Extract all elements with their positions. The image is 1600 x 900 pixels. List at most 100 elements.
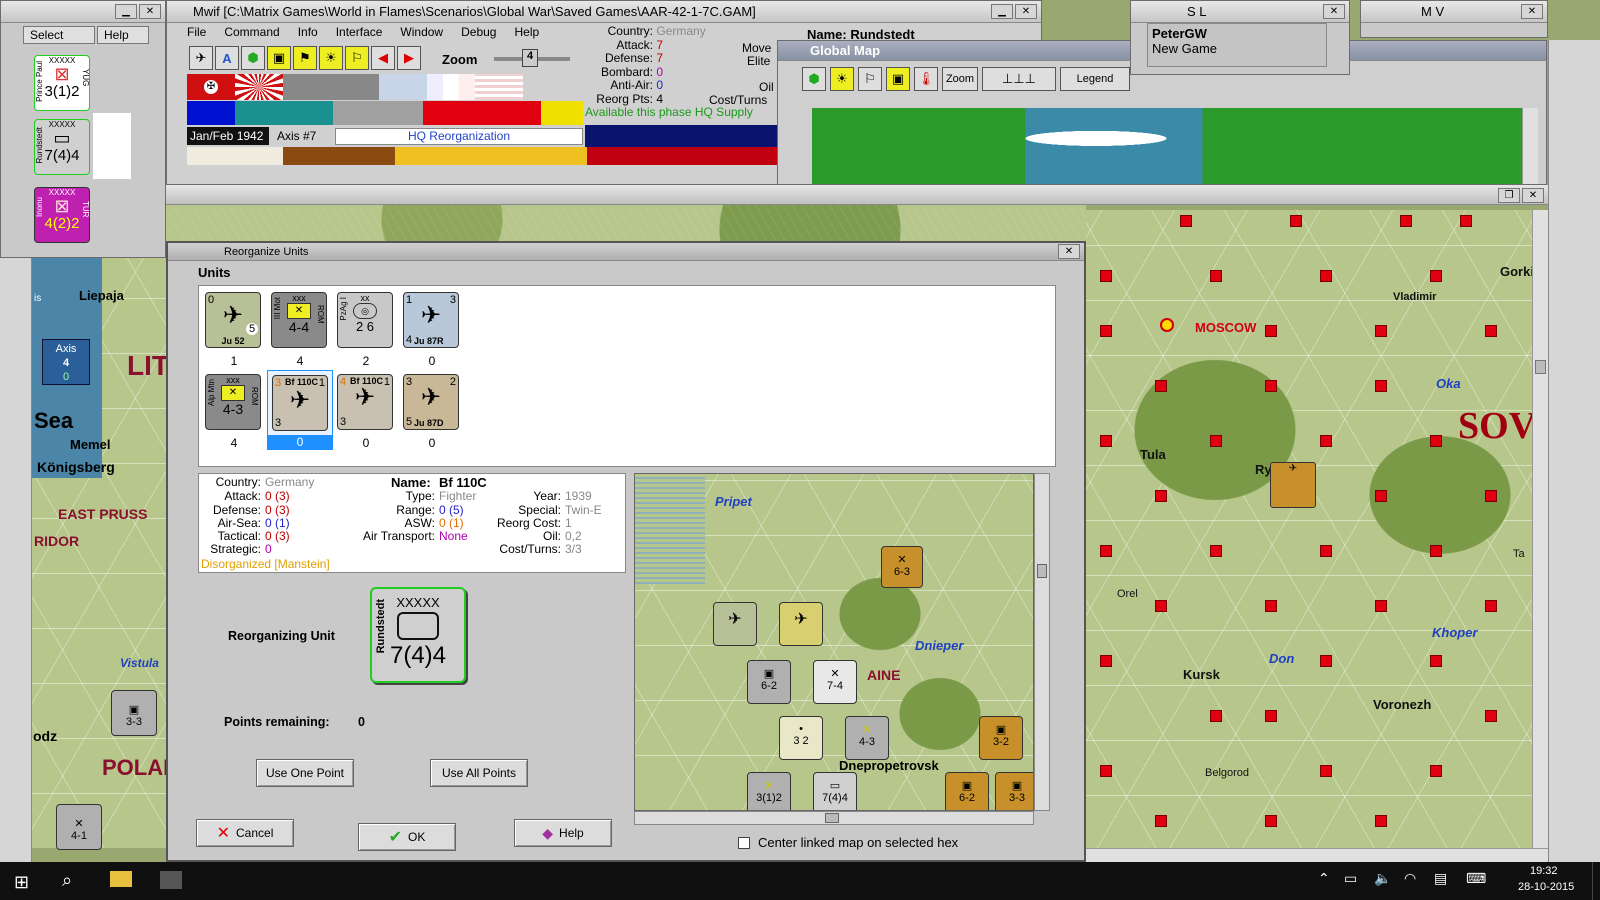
flag-blank[interactable] xyxy=(331,74,379,100)
minimap-counter[interactable]: ✈ xyxy=(713,602,757,646)
minimap-counter[interactable]: • 3 2 xyxy=(779,716,823,760)
folder-icon[interactable] xyxy=(110,871,132,887)
unit-slot[interactable]: xxx ✕ 4-3 ROM Alp Mtn 4 xyxy=(203,374,265,454)
flag-usa[interactable] xyxy=(475,74,523,100)
left-map-place[interactable]: odz xyxy=(33,728,57,744)
close-button[interactable]: ✕ xyxy=(1323,4,1345,19)
dialog-minimap[interactable]: Pripet Dnieper AINE Dnepropetrovsk ✕ 6-3 … xyxy=(634,473,1034,811)
sun-icon[interactable]: ☀ xyxy=(319,46,343,70)
select-titlebar[interactable]: ▁ ✕ xyxy=(1,1,165,23)
dialog-close-button[interactable]: ✕ xyxy=(1058,244,1080,259)
global-map-view[interactable] xyxy=(812,108,1522,184)
city-moscow[interactable]: MOSCOW xyxy=(1195,320,1256,335)
main-titlebar[interactable]: Mwif [C:\Matrix Games\World in Flames\Sc… xyxy=(167,1,1041,23)
hq-icon[interactable]: ▣ xyxy=(267,46,291,70)
hq-icon[interactable]: ▣ xyxy=(886,67,910,91)
unit-slot[interactable]: xxx ✕ 4-4 ROM III Mot 4 xyxy=(269,292,331,372)
minimap-counter[interactable]: ▭ 7(4)4 xyxy=(813,772,857,810)
left-map-place[interactable]: Liepaja xyxy=(79,288,124,303)
clock-time[interactable]: 19:32 xyxy=(1530,865,1558,877)
menu-file[interactable]: File xyxy=(187,25,206,43)
menu-window[interactable]: Window xyxy=(400,25,443,43)
flag-uk[interactable] xyxy=(379,74,427,100)
city-voronezh[interactable]: Voronezh xyxy=(1373,697,1431,712)
left-map-place[interactable]: Vistula xyxy=(120,656,159,670)
left-map-place[interactable]: is xyxy=(34,293,41,304)
wifi-icon[interactable]: ◠ xyxy=(1404,870,1416,887)
arrow-right-icon[interactable]: ▶ xyxy=(397,46,421,70)
dialog-titlebar[interactable]: Reorganize Units ✕ xyxy=(168,243,1084,261)
global-map-vscroll[interactable] xyxy=(1522,108,1538,184)
map-window-titlebar[interactable]: ❐ ✕ xyxy=(166,185,1548,205)
plane-icon[interactable]: ✈ xyxy=(189,46,213,70)
left-map-place[interactable]: EAST PRUSS xyxy=(58,506,147,522)
minimap-counter[interactable]: ✕ 3(1)2 xyxy=(747,772,791,810)
close-button[interactable]: ✕ xyxy=(1015,4,1037,19)
city-tula[interactable]: Tula xyxy=(1140,447,1166,462)
battery-icon[interactable]: ▭ xyxy=(1344,870,1357,887)
search-icon[interactable]: ⌕ xyxy=(62,870,72,891)
notification-icon[interactable]: ▤ xyxy=(1434,870,1447,887)
chevron-up-icon[interactable]: ⌃ xyxy=(1318,870,1330,887)
close-button[interactable]: ✕ xyxy=(1521,4,1543,19)
close-button[interactable]: ✕ xyxy=(1522,188,1544,203)
menu-interface[interactable]: Interface xyxy=(336,25,383,43)
left-map-counter[interactable]: ✕ 4-1 xyxy=(56,804,102,850)
city-kursk[interactable]: Kursk xyxy=(1183,667,1220,682)
flag-italy[interactable] xyxy=(283,74,331,100)
clock-date[interactable]: 28-10-2015 xyxy=(1518,881,1574,893)
reorg-unit-counter[interactable]: XXXXX 7(4)4 Rundstedt xyxy=(370,587,466,683)
unit-slot[interactable]: ✈ 1 3 4 Ju 87R 0 xyxy=(401,292,463,372)
unit-slot[interactable]: ✈ 4 Bf 110C 1 3 0 xyxy=(335,374,397,454)
left-map-place[interactable]: Sea xyxy=(34,408,73,434)
city-gorki[interactable]: Gorki xyxy=(1500,264,1534,279)
ruler-icon[interactable]: ⊥⊥⊥ xyxy=(982,67,1056,91)
keyboard-icon[interactable]: ⌨ xyxy=(1466,870,1486,887)
arrow-left-icon[interactable]: ◀ xyxy=(371,46,395,70)
close-button[interactable]: ✕ xyxy=(139,4,161,19)
axis-stack-marker[interactable]: Axis 4 0 xyxy=(42,339,90,385)
use-one-point-button[interactable]: Use One Point xyxy=(256,759,354,787)
menu-command[interactable]: Command xyxy=(224,25,279,43)
minimap-hscroll[interactable] xyxy=(634,811,1034,825)
center-linked-checkbox[interactable] xyxy=(738,837,750,849)
flag-move-icon[interactable]: ⚑ xyxy=(293,46,317,70)
hex-icon[interactable]: ⬢ xyxy=(241,46,265,70)
minimap-counter[interactable]: ▣ 6-2 xyxy=(747,660,791,704)
help-tab[interactable]: Help xyxy=(97,26,149,44)
left-map-place[interactable]: Königsberg xyxy=(37,459,115,475)
minimize-button[interactable]: ▁ xyxy=(115,4,137,19)
flag-icon[interactable]: ⚐ xyxy=(858,67,882,91)
flag-ussr[interactable] xyxy=(523,74,571,100)
left-map-place[interactable]: RIDOR xyxy=(34,533,79,549)
city-ta[interactable]: Ta xyxy=(1513,548,1525,560)
minimap-counter[interactable]: ✈ xyxy=(779,602,823,646)
flag-france[interactable] xyxy=(427,74,475,100)
city-vladimir[interactable]: Vladimir xyxy=(1393,291,1436,303)
minimap-vscroll[interactable] xyxy=(1034,473,1050,811)
left-map-place[interactable]: Memel xyxy=(70,437,110,452)
main-map-vscroll[interactable] xyxy=(1532,210,1548,850)
sun-icon[interactable]: ☀ xyxy=(830,67,854,91)
restore-button[interactable]: ❐ xyxy=(1498,188,1520,203)
minimize-button[interactable]: ▁ xyxy=(991,4,1013,19)
left-map-place[interactable]: LIT xyxy=(127,350,169,382)
player-titlebar[interactable]: M V ✕ xyxy=(1361,1,1547,23)
cancel-button[interactable]: ✕ Cancel xyxy=(196,819,294,847)
select-tab[interactable]: Select xyxy=(23,26,95,44)
minimap-counter[interactable]: ▣ 6-2 xyxy=(945,772,989,810)
minimap-counter[interactable]: ✕ 7-4 xyxy=(813,660,857,704)
main-map-hscroll[interactable] xyxy=(1085,848,1548,862)
unit-slot-selected[interactable]: ✈ 3 Bf 110C 1 3 0 xyxy=(267,370,333,450)
city-belgorod[interactable]: Belgorod xyxy=(1205,767,1249,779)
minimap-counter[interactable]: ▣ 3-2 xyxy=(979,716,1023,760)
show-desktop-button[interactable] xyxy=(1592,862,1600,900)
zoom-slider-thumb[interactable]: 4 xyxy=(522,49,538,67)
player-titlebar[interactable]: S L ✕ xyxy=(1131,1,1349,23)
air-unit-counter[interactable]: ✈ xyxy=(1270,462,1316,508)
flag-icon[interactable]: ⚐ xyxy=(345,46,369,70)
app-icon[interactable] xyxy=(160,871,182,889)
flag-germany[interactable]: ✠ xyxy=(187,74,235,100)
minimap-counter[interactable]: ✕ 6-3 xyxy=(881,546,923,588)
minimap-counter[interactable]: ▣ 3-3 xyxy=(995,772,1033,810)
